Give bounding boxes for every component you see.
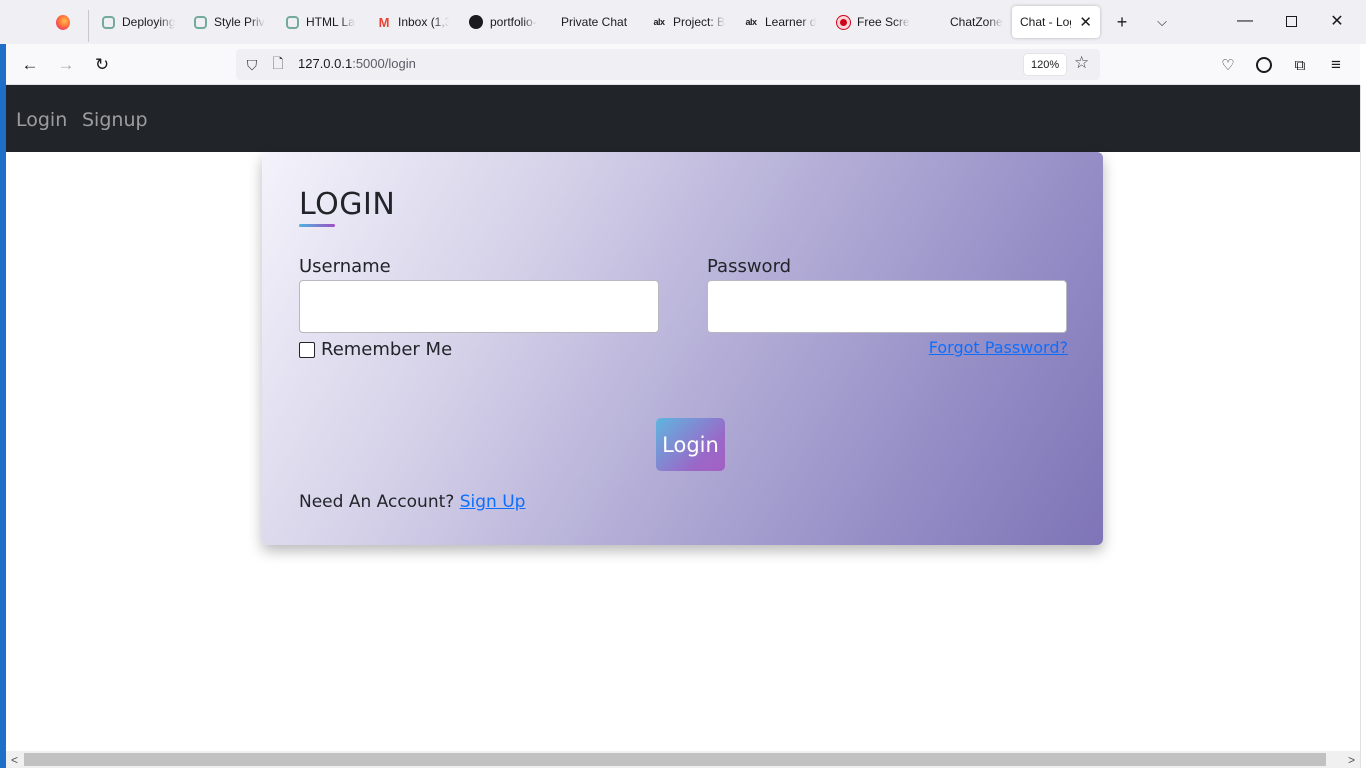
pocket-icon: ♡	[1221, 57, 1235, 74]
maximize-button[interactable]	[1268, 6, 1314, 36]
signup-link[interactable]: Sign Up	[460, 492, 526, 512]
tab-label: Style Priv	[214, 15, 265, 29]
url-host: 127.0.0.1	[298, 56, 353, 71]
account-button[interactable]	[1250, 51, 1278, 79]
menu-button[interactable]: ≡	[1322, 51, 1350, 79]
login-card: LOGIN Username Password Remember Me Forg…	[262, 152, 1103, 545]
tab-portfolio[interactable]: portfolio-	[469, 6, 541, 38]
remember-me[interactable]: Remember Me	[299, 339, 452, 360]
vertical-scroll-edge	[1360, 85, 1366, 768]
tab-separator	[88, 10, 89, 42]
tab-strip: Deploying Style Priv HTML La M Inbox (1,…	[0, 0, 1366, 44]
tab-free-screen[interactable]: Free Scre	[836, 6, 910, 38]
list-tabs-button[interactable]: ⌵	[1148, 8, 1176, 36]
page-viewport: Login Signup LOGIN Username Password Rem…	[6, 85, 1360, 751]
close-window-button[interactable]: ✕	[1314, 6, 1360, 36]
arrow-right-icon: →	[57, 55, 75, 74]
puzzle-icon: ⧉	[1294, 56, 1306, 74]
chatgpt-icon	[101, 15, 115, 29]
tab-label: Project: B	[673, 15, 726, 29]
horizontal-scrollbar[interactable]: < >	[6, 751, 1360, 768]
account-icon	[1256, 57, 1272, 73]
back-button[interactable]: ←	[16, 51, 44, 79]
record-icon	[836, 15, 850, 29]
tab-html-la[interactable]: HTML La	[285, 6, 357, 38]
close-icon[interactable]: ✕	[1079, 13, 1092, 31]
new-tab-button[interactable]: +	[1108, 8, 1136, 36]
scrollbar-thumb[interactable]	[24, 753, 1326, 766]
need-account-label: Need An Account?	[299, 492, 455, 512]
remember-checkbox[interactable]	[299, 341, 315, 358]
tab-label: Chat - Log	[1020, 15, 1072, 29]
tab-label: HTML La	[306, 15, 355, 29]
tab-learner[interactable]: alx Learner d	[744, 6, 818, 38]
github-icon	[469, 15, 483, 29]
url-path: :5000/login	[352, 56, 416, 71]
tab-chatzone[interactable]: ChatZone	[950, 6, 1004, 38]
close-icon: ✕	[1330, 13, 1344, 30]
minimize-button[interactable]: —	[1222, 6, 1268, 36]
scroll-right-icon[interactable]: >	[1343, 751, 1360, 768]
zoom-indicator[interactable]: 120%	[1024, 54, 1067, 75]
page-title: LOGIN	[299, 187, 396, 222]
plus-icon: +	[1116, 11, 1128, 32]
tab-label: Inbox (1,3	[398, 15, 449, 29]
maximize-icon	[1285, 15, 1297, 27]
firefox-icon	[56, 14, 70, 30]
site-navbar: Login Signup	[6, 85, 1360, 152]
tab-private-chat[interactable]: Private Chat	[561, 6, 641, 38]
tab-label: Free Scre	[857, 15, 910, 29]
tab-firefox-view[interactable]	[56, 6, 77, 38]
url-text[interactable]: 127.0.0.1:5000/login	[298, 56, 416, 71]
password-label: Password	[707, 256, 792, 277]
username-input[interactable]	[299, 280, 659, 333]
page-icon: 🗋	[272, 55, 284, 71]
nav-toolbar: ← → ↻ ⛉ 🗋 127.0.0.1:5000/login 120% ☆ ♡ …	[6, 44, 1360, 85]
reload-button[interactable]: ↻	[88, 51, 116, 79]
hamburger-icon: ≡	[1331, 55, 1341, 74]
tab-label: portfolio-	[490, 15, 537, 29]
alx-icon: alx	[653, 17, 665, 27]
tab-style-priv[interactable]: Style Priv	[193, 6, 265, 38]
username-label: Username	[299, 256, 391, 277]
login-button[interactable]: Login	[656, 418, 725, 471]
reload-icon: ↻	[94, 55, 110, 74]
tab-inbox[interactable]: M Inbox (1,3	[377, 6, 449, 38]
minimize-icon: —	[1237, 12, 1253, 29]
tab-label: ChatZone	[950, 15, 1003, 29]
scroll-left-icon[interactable]: <	[6, 751, 23, 768]
remember-label: Remember Me	[321, 339, 453, 360]
tab-label: Learner d	[765, 15, 817, 29]
tab-label: Deploying	[122, 15, 176, 29]
forgot-password-link[interactable]: Forgot Password?	[929, 338, 1068, 357]
desktop-edge-top	[0, 0, 6, 44]
title-underline	[299, 224, 335, 227]
tab-deploying[interactable]: Deploying	[101, 6, 177, 38]
arrow-left-icon: ←	[21, 55, 39, 74]
chatgpt-icon	[193, 15, 207, 29]
need-account-text: Need An Account? Sign Up	[299, 492, 525, 512]
bookmark-star-icon[interactable]: ☆	[1074, 53, 1089, 73]
shield-icon[interactable]: ⛉	[242, 55, 262, 75]
nav-link-signup[interactable]: Signup	[82, 109, 148, 131]
gmail-icon: M	[378, 14, 390, 30]
chevron-down-icon: ⌵	[1157, 14, 1167, 29]
tab-project[interactable]: alx Project: B	[652, 6, 726, 38]
password-input[interactable]	[707, 280, 1067, 333]
alx-icon: alx	[745, 17, 757, 27]
extensions-button[interactable]: ⧉	[1286, 51, 1314, 79]
forward-button[interactable]: →	[52, 51, 80, 79]
tab-label: Private Chat	[561, 15, 628, 29]
url-bar[interactable]: ⛉ 🗋 127.0.0.1:5000/login 120% ☆	[236, 49, 1100, 80]
nav-link-login[interactable]: Login	[16, 109, 67, 131]
pocket-button[interactable]: ♡	[1214, 51, 1242, 79]
chatgpt-icon	[285, 15, 299, 29]
tab-chat-login[interactable]: Chat - Log ✕	[1012, 6, 1100, 38]
